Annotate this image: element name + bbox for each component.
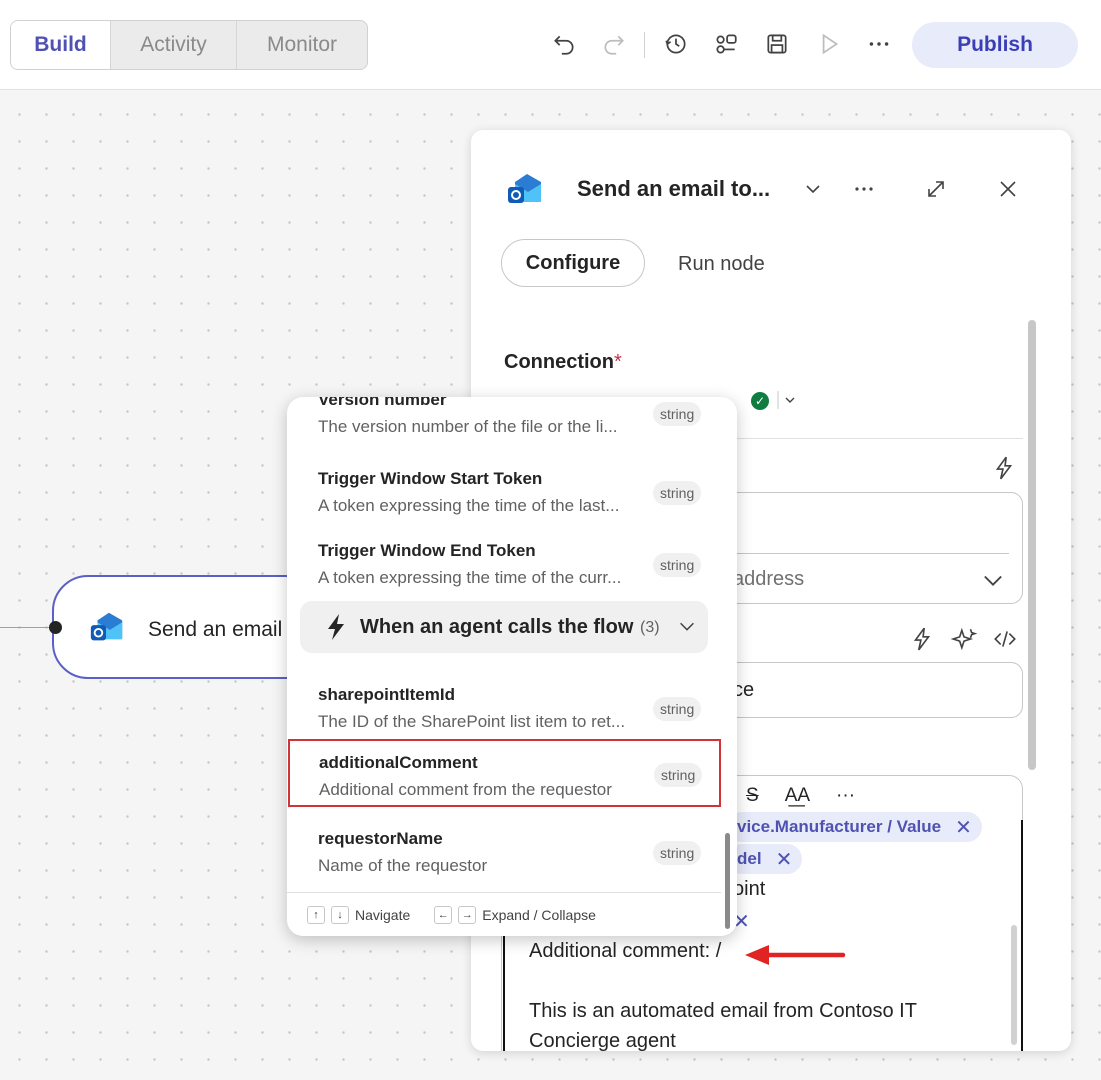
list-item[interactable]: requestorName Name of the requestor stri… [287,819,727,885]
type-badge: string [653,481,702,505]
type-badge: string [653,841,702,865]
chevron-down-icon[interactable] [676,615,698,637]
panel-scrollbar[interactable] [1028,320,1036,770]
more-icon[interactable] [863,28,895,60]
editor-scrollbar[interactable] [1011,925,1017,1045]
editor-text-line: oint [733,878,766,900]
lightning-icon [328,614,344,640]
item-description: Name of the requestor [318,856,488,875]
ai-sparkle-icon[interactable] [949,626,979,652]
type-badge: string [653,402,702,426]
item-title: requestorName [318,829,443,848]
item-title: sharepointItemId [318,685,455,704]
top-toolbar: Build Activity Monitor Publish [0,0,1101,90]
expand-icon[interactable] [921,174,951,204]
item-description: A token expressing the time of the curr.… [318,568,622,587]
arrow-up-key-icon: ↑ [307,906,325,924]
node-title: Send an email t [148,618,294,641]
remove-token-icon[interactable]: ✕ [955,815,972,840]
tab-run-node[interactable]: Run node [678,253,765,276]
toolbar-separator [644,32,645,58]
close-icon[interactable] [993,174,1023,204]
dynamic-content-icon[interactable] [907,626,937,652]
panel-title: Send an email to... [577,176,771,201]
strikethrough-button[interactable]: S [746,785,759,807]
tab-build[interactable]: Build [11,21,111,69]
editor-more-button[interactable]: ··· [836,785,855,807]
group-header-agent-calls-flow[interactable]: When an agent calls the flow (3) [300,601,708,653]
connector-line [0,627,56,628]
dynamic-content-icon[interactable] [991,455,1017,481]
more-options-icon[interactable] [849,174,879,204]
required-mark: * [614,351,622,373]
item-description: The version number of the file or the li… [318,417,618,436]
item-description: The ID of the SharePoint list item to re… [318,712,626,731]
expand-collapse-hint: Expand / Collapse [482,907,596,923]
outlook-icon [508,174,541,203]
type-badge: string [654,763,703,787]
connection-label: Connection* [504,351,622,374]
item-title: Trigger Window Start Token [318,469,543,488]
editor-toolbar: S A͟A ··· [746,785,855,807]
item-title: Version number [318,397,447,409]
arrow-down-key-icon: ↓ [331,906,349,924]
type-badge: string [653,697,702,721]
list-item[interactable]: Trigger Window Start Token A token expre… [287,459,727,525]
list-item[interactable]: Version number The version number of the… [287,397,727,446]
popup-scrollbar[interactable] [725,833,730,929]
additional-comment-line: Additional comment: / [529,940,722,962]
navigate-hint: Navigate [355,907,411,923]
connection-label-text: Connection [504,351,614,373]
token-label: vice.Manufacturer / Value [737,817,942,836]
font-size-button[interactable]: A͟A [785,785,810,807]
code-view-icon[interactable] [990,626,1020,652]
chevron-down-icon[interactable] [979,566,1007,594]
outlook-icon [90,612,123,641]
popup-footer: ↑ ↓ Navigate ← → Expand / Collapse [307,906,596,924]
flow-checker-icon[interactable] [710,28,742,60]
item-title: additionalComment [319,753,478,772]
list-item[interactable]: Trigger Window End Token A token express… [287,531,727,597]
save-icon[interactable] [761,28,793,60]
connection-dropdown-icon[interactable] [774,388,804,412]
footer-text-line-1: This is an automated email from Contoso … [529,1000,917,1022]
token-label: del [737,849,762,868]
publish-button[interactable]: Publish [912,22,1078,68]
dynamic-token[interactable]: vice.Manufacturer / Value ✕ [727,812,982,842]
undo-icon[interactable] [548,28,580,60]
test-run-icon[interactable] [813,28,845,60]
item-description: A token expressing the time of the last.… [318,496,620,515]
group-label: When an agent calls the flow [360,616,634,638]
list-item[interactable]: sharepointItemId The ID of the SharePoin… [287,675,727,741]
footer-divider [287,892,721,893]
list-item-highlighted[interactable]: additionalComment Additional comment fro… [288,739,721,807]
footer-text-line-2: Concierge agent [529,1030,676,1051]
dynamic-content-popup: Version number The version number of the… [287,397,737,936]
red-arrow-annotation [745,945,846,965]
arrow-left-key-icon: ← [434,906,453,924]
group-count: (3) [640,619,660,636]
tab-activity[interactable]: Activity [111,21,237,69]
arrow-right-key-icon: → [458,906,477,924]
tab-monitor[interactable]: Monitor [237,21,367,69]
mode-tabs: Build Activity Monitor [10,20,368,70]
type-badge: string [653,553,702,577]
item-title: Trigger Window End Token [318,541,536,560]
tab-configure[interactable]: Configure [501,239,645,287]
chevron-down-icon[interactable] [798,174,828,204]
history-icon[interactable] [660,28,692,60]
item-description: Additional comment from the requestor [319,780,612,799]
dynamic-token[interactable]: del ✕ [727,844,803,874]
remove-token-icon[interactable]: ✕ [776,847,793,872]
connected-check-icon: ✓ [751,392,769,410]
redo-icon[interactable] [598,28,630,60]
connector-dot [49,621,62,634]
to-field-placeholder: address [733,568,805,590]
